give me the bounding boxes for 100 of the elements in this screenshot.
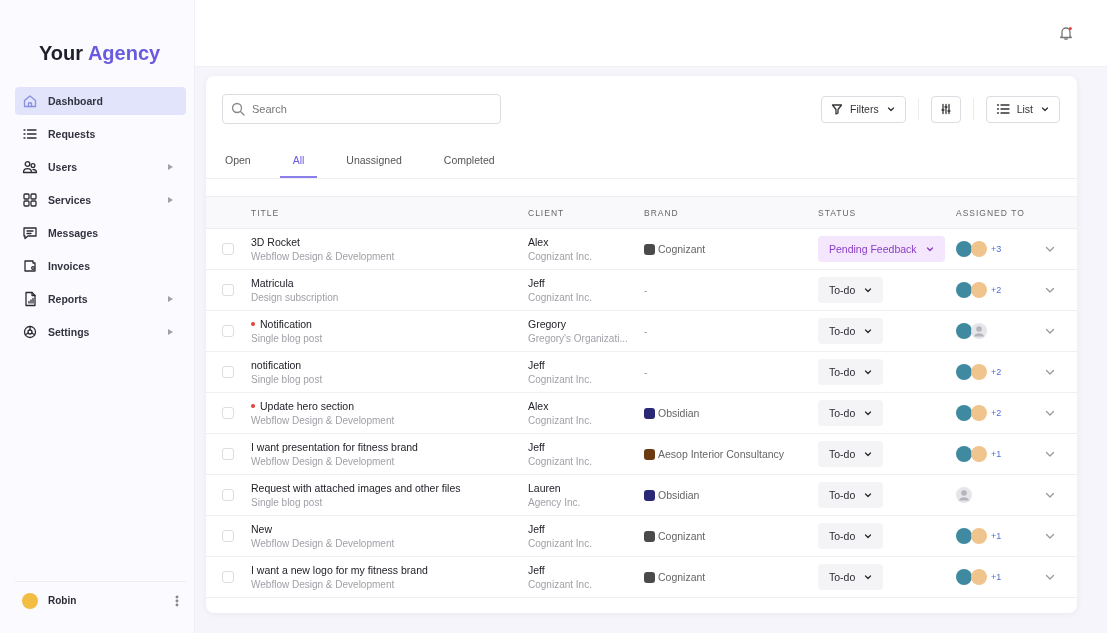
nav-item[interactable]: Requests (15, 120, 186, 148)
brand-name: Cognizant (658, 243, 706, 255)
request-title[interactable]: Update hero section (260, 400, 354, 412)
assignee-count: +3 (991, 244, 1002, 254)
request-type: Webflow Design & Development (251, 415, 395, 426)
client-company: Gregory's Organizati... (528, 333, 628, 344)
client-company: Agency Inc. (528, 497, 581, 508)
adjust-button[interactable] (930, 95, 961, 123)
caret-icon (863, 490, 874, 500)
request-type: Design subscription (251, 292, 339, 303)
row-checkbox[interactable] (222, 407, 234, 419)
status-dropdown[interactable]: To-do (818, 482, 884, 508)
tab[interactable]: Unassigned (333, 151, 415, 178)
brand-name: - (644, 325, 648, 337)
request-title[interactable]: 3D Rocket (251, 236, 301, 248)
client-name: Alex (528, 400, 549, 412)
assignee-count: +2 (991, 367, 1002, 377)
wallet-icon (22, 258, 38, 274)
logo: Your Agency (38, 41, 162, 65)
message-icon (22, 225, 38, 241)
client-company: Cognizant Inc. (528, 251, 592, 262)
status-dropdown[interactable]: To-do (818, 441, 884, 467)
user-name: Robin (48, 595, 78, 606)
client-company: Cognizant Inc. (528, 374, 592, 385)
brand-name: - (644, 366, 648, 378)
status-dropdown[interactable]: Pending Feedback (818, 236, 945, 262)
report-icon (22, 291, 38, 307)
request-type: Webflow Design & Development (251, 579, 395, 590)
caret-icon (863, 531, 874, 541)
client-name: Jeff (528, 523, 545, 535)
bell-icon (1058, 25, 1074, 41)
caret-icon (863, 449, 874, 459)
notification-button[interactable] (1058, 25, 1074, 41)
row-checkbox[interactable] (222, 284, 234, 296)
request-type: Webflow Design & Development (251, 251, 395, 262)
request-title[interactable]: Matricula (251, 277, 294, 289)
column-header: BRAND (644, 207, 680, 218)
caret-icon (924, 244, 935, 254)
filter-icon (831, 103, 844, 115)
search-icon (231, 102, 245, 116)
row-checkbox[interactable] (222, 243, 234, 255)
client-company: Cognizant Inc. (528, 415, 592, 426)
nav-item[interactable]: Settings (15, 318, 186, 346)
caret-icon (863, 367, 874, 377)
nav-item[interactable]: Users (15, 153, 186, 181)
request-title[interactable]: notification (251, 359, 302, 371)
assignee-count: +2 (991, 408, 1002, 418)
row-checkbox[interactable] (222, 448, 234, 460)
row-checkbox[interactable] (222, 325, 234, 337)
brand-name: Obsidian (658, 489, 700, 501)
column-header: STATUS (818, 207, 858, 218)
status-dropdown[interactable]: To-do (818, 564, 884, 590)
brand-name: - (644, 284, 648, 296)
client-company: Cognizant Inc. (528, 538, 592, 549)
status-dropdown[interactable]: To-do (818, 318, 884, 344)
brand-name: Aesop Interior Consultancy (658, 448, 785, 460)
sliders-icon (939, 103, 952, 115)
users-icon (22, 159, 38, 175)
assignee-count: +1 (991, 572, 1002, 582)
row-checkbox[interactable] (222, 366, 234, 378)
nav-item[interactable]: Reports (15, 285, 186, 313)
request-type: Webflow Design & Development (251, 538, 395, 549)
row-checkbox[interactable] (222, 571, 234, 583)
row-checkbox[interactable] (222, 489, 234, 501)
nav-item[interactable]: Services (15, 186, 186, 214)
tab[interactable]: Open (212, 151, 264, 178)
row-checkbox[interactable] (222, 530, 234, 542)
request-title[interactable]: Notification (260, 318, 312, 330)
request-title[interactable]: Request with attached images and other files (251, 482, 461, 494)
filters-button[interactable]: Filters (821, 95, 906, 123)
list-icon (22, 126, 38, 142)
settings-icon (22, 324, 38, 340)
caret-icon (863, 408, 874, 418)
client-name: Jeff (528, 277, 545, 289)
view-list-button[interactable]: List (985, 95, 1060, 123)
nav-item[interactable]: Messages (15, 219, 186, 247)
column-header: ASSIGNED TO (956, 207, 1026, 218)
client-name: Alex (528, 236, 549, 248)
caret-icon (863, 285, 874, 295)
request-title[interactable]: I want a new logo for my fitness brand (251, 564, 428, 576)
request-type: Webflow Design & Development (251, 456, 395, 467)
brand-name: Cognizant (658, 571, 706, 583)
status-dropdown[interactable]: To-do (818, 400, 884, 426)
status-dropdown[interactable]: To-do (818, 359, 884, 385)
brand-name: Cognizant (658, 530, 706, 542)
client-name: Jeff (528, 564, 545, 576)
request-type: Single blog post (251, 497, 323, 508)
search-field[interactable]: Search (222, 94, 501, 124)
request-title[interactable]: New (251, 523, 272, 535)
status-dropdown[interactable]: To-do (818, 523, 884, 549)
nav-item[interactable]: Invoices (15, 252, 186, 280)
client-name: Jeff (528, 359, 545, 371)
home-icon (22, 93, 38, 109)
nav-item[interactable]: Dashboard (15, 87, 186, 115)
tab[interactable]: All (279, 151, 318, 178)
request-title[interactable]: I want presentation for fitness brand (251, 441, 418, 453)
status-dropdown[interactable]: To-do (818, 277, 884, 303)
grid-icon (22, 192, 38, 208)
caret-icon (863, 326, 874, 336)
tab[interactable]: Completed (430, 151, 508, 178)
